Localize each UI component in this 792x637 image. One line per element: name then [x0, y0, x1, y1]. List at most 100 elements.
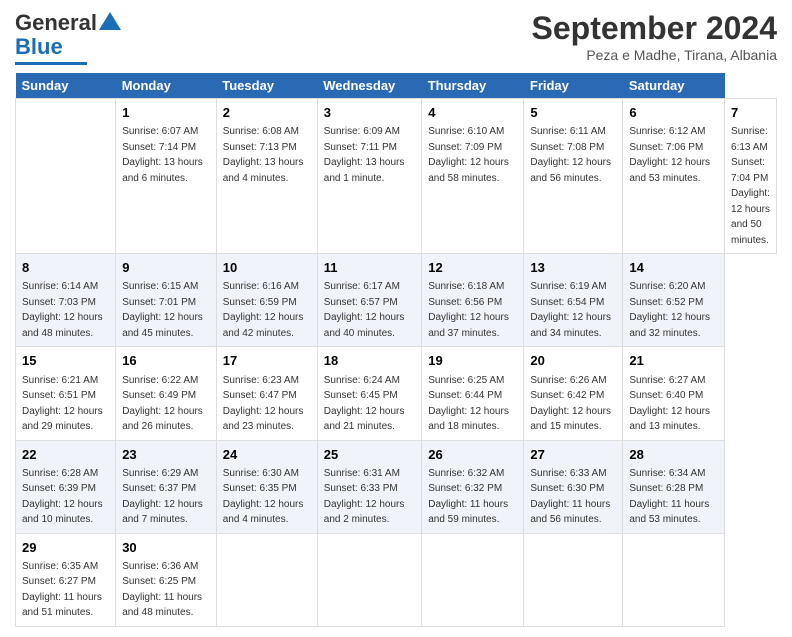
- table-row: 10 Sunrise: 6:16 AMSunset: 6:59 PMDaylig…: [216, 254, 317, 347]
- day-number: 26: [428, 446, 517, 464]
- table-row: 18 Sunrise: 6:24 AMSunset: 6:45 PMDaylig…: [317, 347, 421, 440]
- day-number: 14: [629, 259, 718, 277]
- table-row: 11 Sunrise: 6:17 AMSunset: 6:57 PMDaylig…: [317, 254, 421, 347]
- table-row: 25 Sunrise: 6:31 AMSunset: 6:33 PMDaylig…: [317, 440, 421, 533]
- table-row: 28 Sunrise: 6:34 AMSunset: 6:28 PMDaylig…: [623, 440, 725, 533]
- day-number: 16: [122, 352, 210, 370]
- cell-info: Sunrise: 6:14 AMSunset: 7:03 PMDaylight:…: [22, 281, 103, 339]
- col-tuesday: Tuesday: [216, 73, 317, 99]
- day-number: 18: [324, 352, 415, 370]
- month-title: September 2024: [532, 10, 777, 47]
- day-number: 2: [223, 104, 311, 122]
- col-sunday: Sunday: [16, 73, 116, 99]
- table-row: 4 Sunrise: 6:10 AMSunset: 7:09 PMDayligh…: [422, 99, 524, 254]
- table-row: 15 Sunrise: 6:21 AMSunset: 6:51 PMDaylig…: [16, 347, 116, 440]
- cell-info: Sunrise: 6:31 AMSunset: 6:33 PMDaylight:…: [324, 468, 405, 526]
- cell-info: Sunrise: 6:32 AMSunset: 6:32 PMDaylight:…: [428, 468, 508, 526]
- day-number: 23: [122, 446, 210, 464]
- cell-info: Sunrise: 6:11 AMSunset: 7:08 PMDaylight:…: [530, 126, 611, 184]
- cell-info: Sunrise: 6:29 AMSunset: 6:37 PMDaylight:…: [122, 468, 203, 526]
- day-number: 21: [629, 352, 718, 370]
- cell-info: Sunrise: 6:15 AMSunset: 7:01 PMDaylight:…: [122, 281, 203, 339]
- col-wednesday: Wednesday: [317, 73, 421, 99]
- day-number: 9: [122, 259, 210, 277]
- day-number: 22: [22, 446, 109, 464]
- table-row: 2 Sunrise: 6:08 AMSunset: 7:13 PMDayligh…: [216, 99, 317, 254]
- table-row: 3 Sunrise: 6:09 AMSunset: 7:11 PMDayligh…: [317, 99, 421, 254]
- calendar-week-2: 15 Sunrise: 6:21 AMSunset: 6:51 PMDaylig…: [16, 347, 777, 440]
- cell-info: Sunrise: 6:23 AMSunset: 6:47 PMDaylight:…: [223, 375, 304, 433]
- day-number: 25: [324, 446, 415, 464]
- table-row: 21 Sunrise: 6:27 AMSunset: 6:40 PMDaylig…: [623, 347, 725, 440]
- table-row: 7 Sunrise: 6:13 AMSunset: 7:04 PMDayligh…: [725, 99, 777, 254]
- logo-general: General: [15, 10, 97, 36]
- table-row: 5 Sunrise: 6:11 AMSunset: 7:08 PMDayligh…: [524, 99, 623, 254]
- table-row: [216, 533, 317, 626]
- cell-info: Sunrise: 6:20 AMSunset: 6:52 PMDaylight:…: [629, 281, 710, 339]
- table-row: 23 Sunrise: 6:29 AMSunset: 6:37 PMDaylig…: [116, 440, 217, 533]
- day-number: 3: [324, 104, 415, 122]
- calendar-table: Sunday Monday Tuesday Wednesday Thursday…: [15, 73, 777, 627]
- cell-info: Sunrise: 6:30 AMSunset: 6:35 PMDaylight:…: [223, 468, 304, 526]
- calendar-week-0: 1 Sunrise: 6:07 AMSunset: 7:14 PMDayligh…: [16, 99, 777, 254]
- day-number: 29: [22, 539, 109, 557]
- day-number: 19: [428, 352, 517, 370]
- day-number: 17: [223, 352, 311, 370]
- cell-info: Sunrise: 6:25 AMSunset: 6:44 PMDaylight:…: [428, 375, 509, 433]
- table-row: 13 Sunrise: 6:19 AMSunset: 6:54 PMDaylig…: [524, 254, 623, 347]
- day-number: 15: [22, 352, 109, 370]
- day-number: 12: [428, 259, 517, 277]
- calendar-week-3: 22 Sunrise: 6:28 AMSunset: 6:39 PMDaylig…: [16, 440, 777, 533]
- title-area: September 2024 Peza e Madhe, Tirana, Alb…: [532, 10, 777, 63]
- day-number: 8: [22, 259, 109, 277]
- calendar-week-4: 29 Sunrise: 6:35 AMSunset: 6:27 PMDaylig…: [16, 533, 777, 626]
- day-number: 10: [223, 259, 311, 277]
- cell-info: Sunrise: 6:33 AMSunset: 6:30 PMDaylight:…: [530, 468, 610, 526]
- day-number: 20: [530, 352, 616, 370]
- day-number: 11: [324, 259, 415, 277]
- logo-icon: [99, 10, 121, 32]
- cell-info: Sunrise: 6:21 AMSunset: 6:51 PMDaylight:…: [22, 375, 103, 433]
- table-row: 26 Sunrise: 6:32 AMSunset: 6:32 PMDaylig…: [422, 440, 524, 533]
- day-number: 5: [530, 104, 616, 122]
- cell-info: Sunrise: 6:22 AMSunset: 6:49 PMDaylight:…: [122, 375, 203, 433]
- header: General Blue September 2024 Peza e Madhe…: [15, 10, 777, 65]
- table-row: 19 Sunrise: 6:25 AMSunset: 6:44 PMDaylig…: [422, 347, 524, 440]
- table-row: [623, 533, 725, 626]
- table-row: 16 Sunrise: 6:22 AMSunset: 6:49 PMDaylig…: [116, 347, 217, 440]
- table-row: 22 Sunrise: 6:28 AMSunset: 6:39 PMDaylig…: [16, 440, 116, 533]
- day-number: 30: [122, 539, 210, 557]
- table-row: 12 Sunrise: 6:18 AMSunset: 6:56 PMDaylig…: [422, 254, 524, 347]
- logo-underline: [15, 62, 87, 65]
- cell-info: Sunrise: 6:24 AMSunset: 6:45 PMDaylight:…: [324, 375, 405, 433]
- table-row: [422, 533, 524, 626]
- cell-info: Sunrise: 6:08 AMSunset: 7:13 PMDaylight:…: [223, 126, 304, 184]
- day-number: 28: [629, 446, 718, 464]
- cell-info: Sunrise: 6:34 AMSunset: 6:28 PMDaylight:…: [629, 468, 709, 526]
- cell-info: Sunrise: 6:10 AMSunset: 7:09 PMDaylight:…: [428, 126, 509, 184]
- logo: General Blue: [15, 10, 121, 65]
- cell-info: Sunrise: 6:09 AMSunset: 7:11 PMDaylight:…: [324, 126, 405, 184]
- day-number: 1: [122, 104, 210, 122]
- location: Peza e Madhe, Tirana, Albania: [532, 47, 777, 63]
- table-row: [317, 533, 421, 626]
- page: General Blue September 2024 Peza e Madhe…: [0, 0, 792, 637]
- calendar-week-1: 8 Sunrise: 6:14 AMSunset: 7:03 PMDayligh…: [16, 254, 777, 347]
- cell-info: Sunrise: 6:13 AMSunset: 7:04 PMDaylight:…: [731, 126, 770, 246]
- cell-info: Sunrise: 6:07 AMSunset: 7:14 PMDaylight:…: [122, 126, 203, 184]
- col-thursday: Thursday: [422, 73, 524, 99]
- table-row: 6 Sunrise: 6:12 AMSunset: 7:06 PMDayligh…: [623, 99, 725, 254]
- cell-info: Sunrise: 6:19 AMSunset: 6:54 PMDaylight:…: [530, 281, 611, 339]
- table-row: 27 Sunrise: 6:33 AMSunset: 6:30 PMDaylig…: [524, 440, 623, 533]
- day-number: 7: [731, 104, 770, 122]
- col-friday: Friday: [524, 73, 623, 99]
- table-row: [16, 99, 116, 254]
- table-row: 8 Sunrise: 6:14 AMSunset: 7:03 PMDayligh…: [16, 254, 116, 347]
- table-row: 30 Sunrise: 6:36 AMSunset: 6:25 PMDaylig…: [116, 533, 217, 626]
- col-saturday: Saturday: [623, 73, 725, 99]
- day-number: 6: [629, 104, 718, 122]
- cell-info: Sunrise: 6:12 AMSunset: 7:06 PMDaylight:…: [629, 126, 710, 184]
- cell-info: Sunrise: 6:36 AMSunset: 6:25 PMDaylight:…: [122, 561, 202, 619]
- cell-info: Sunrise: 6:17 AMSunset: 6:57 PMDaylight:…: [324, 281, 405, 339]
- col-monday: Monday: [116, 73, 217, 99]
